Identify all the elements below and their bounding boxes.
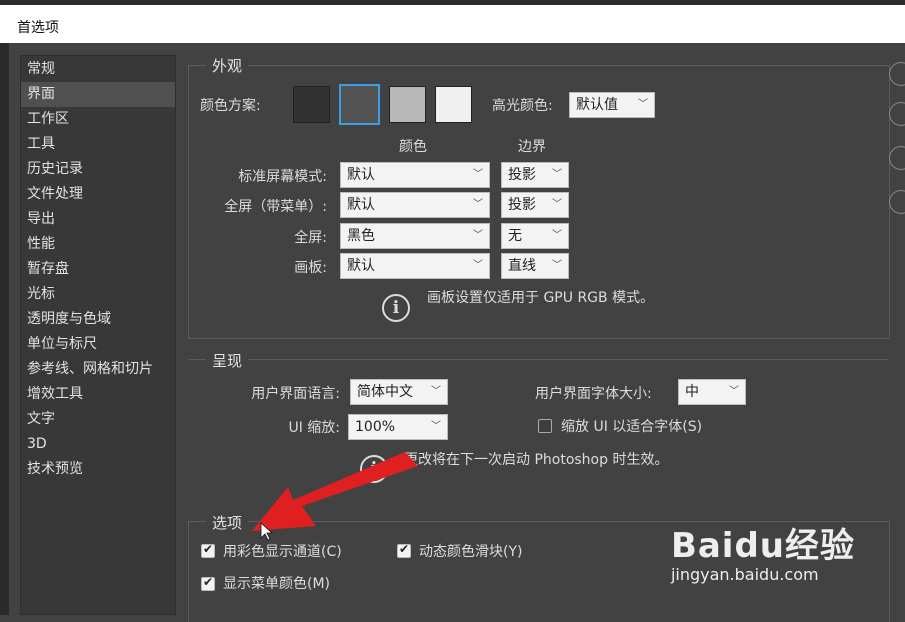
watermark-logo: Baidu经验 [670,526,855,566]
arrow-shape [252,452,418,531]
watermark-url: jingyan.baidu.com [670,565,819,584]
baidu-watermark: Baidu经验 jingyan.baidu.com [671,518,855,584]
